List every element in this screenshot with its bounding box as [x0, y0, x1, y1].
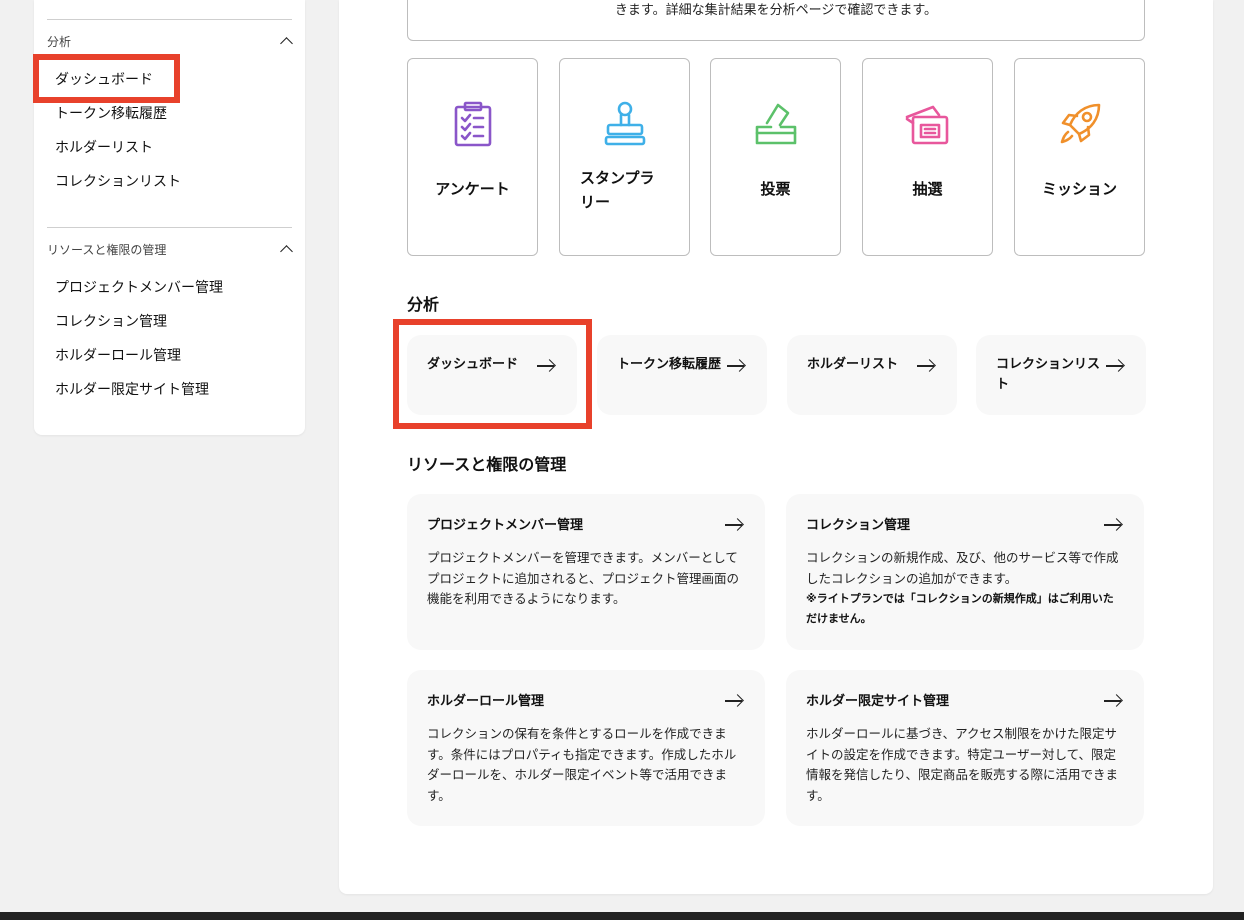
description-text: きます。詳細な集計結果を分析ページで確認できます。: [614, 3, 938, 18]
link-card-label: ダッシュボード: [427, 357, 519, 372]
sidebar-section-title: 分析: [47, 34, 72, 49]
link-card-label: トークン移転履歴: [617, 357, 722, 372]
survey-clipboard-icon: [454, 101, 492, 147]
section-title-analysis: 分析: [407, 295, 440, 314]
sidebar-section-title: リソースと権限の管理: [47, 242, 167, 257]
chevron-up-icon[interactable]: [281, 36, 292, 47]
card-holder-role-management[interactable]: ホルダーロール管理 コレクションの保有を条件とするロールを作成できます。条件には…: [407, 670, 765, 826]
sidebar-item-holder-site-management[interactable]: ホルダー限定サイト管理: [55, 380, 209, 400]
arrow-right-icon: [727, 359, 745, 373]
card-description: ホルダーロールに基づき、アクセス制限をかけた限定サイトの設定を作成できます。特定…: [806, 726, 1119, 803]
arrow-right-icon: [1104, 694, 1122, 708]
sidebar-section-resources[interactable]: リソースと権限の管理: [47, 239, 292, 259]
card-description: プロジェクトメンバーを管理できます。メンバーとしてプロジェクトに追加されると、プ…: [427, 550, 740, 606]
card-description: コレクションの保有を条件とするロールを作成できます。条件にはプロパティも指定でき…: [427, 726, 737, 803]
link-card-holder-list[interactable]: ホルダーリスト: [787, 335, 957, 415]
tile-label: スタンプラリー: [580, 169, 655, 211]
card-note: ※ライトプランでは「コレクションの新規作成」はご利用いただけません。: [806, 592, 1114, 625]
tile-label: ミッション: [1041, 180, 1117, 198]
sidebar: 分析 ダッシュボード トークン移転履歴 ホルダーリスト コレクションリスト リソ…: [34, 0, 305, 435]
arrow-right-icon: [917, 359, 935, 373]
tile-label: 投票: [760, 180, 791, 198]
section-title-resources: リソースと権限の管理: [407, 455, 567, 474]
lottery-box-icon: [905, 105, 949, 145]
chevron-up-icon[interactable]: [281, 244, 292, 255]
card-description: コレクションの新規作成、及び、他のサービス等で作成したコレクションの追加ができま…: [806, 548, 1124, 629]
sidebar-section-analysis[interactable]: 分析: [47, 31, 292, 51]
card-collection-management[interactable]: コレクション管理 コレクションの新規作成、及び、他のサービス等で作成したコレクシ…: [786, 494, 1144, 650]
rocket-icon: [1060, 103, 1101, 144]
tile-label: アンケート: [435, 180, 510, 198]
tile-mission[interactable]: ミッション: [1014, 58, 1145, 256]
link-card-token-transfer-history[interactable]: トークン移転履歴: [597, 335, 767, 415]
card-project-members[interactable]: プロジェクトメンバー管理 プロジェクトメンバーを管理できます。メンバーとしてプロ…: [407, 494, 765, 650]
sidebar-divider: [47, 19, 292, 20]
card-title: コレクション管理: [806, 518, 911, 533]
arrow-right-icon: [725, 694, 743, 708]
card-holder-site-management[interactable]: ホルダー限定サイト管理 ホルダーロールに基づき、アクセス制限をかけた限定サイトの…: [786, 670, 1144, 826]
tile-vote[interactable]: 投票: [710, 58, 841, 256]
link-card-label: ホルダーリスト: [807, 357, 899, 372]
card-title: ホルダー限定サイト管理: [806, 694, 950, 709]
arrow-right-icon: [1106, 359, 1124, 373]
stamp-icon: [604, 101, 646, 146]
sidebar-item-dashboard[interactable]: ダッシュボード: [55, 70, 153, 90]
sidebar-item-holder-role-management[interactable]: ホルダーロール管理: [55, 346, 181, 366]
sidebar-divider: [47, 227, 292, 228]
bottom-bar: [0, 912, 1244, 920]
card-title: プロジェクトメンバー管理: [427, 518, 584, 533]
arrow-right-icon: [725, 518, 743, 532]
link-card-dashboard[interactable]: ダッシュボード: [407, 335, 577, 415]
tile-label: 抽選: [912, 180, 943, 198]
card-title: ホルダーロール管理: [427, 694, 545, 709]
main-panel: きます。詳細な集計結果を分析ページで確認できます。 アンケート スタンプラリー: [339, 0, 1213, 894]
link-card-collection-list[interactable]: コレクションリスト: [976, 335, 1146, 415]
link-card-label: コレクションリスト: [996, 357, 1101, 392]
sidebar-item-collection-list[interactable]: コレクションリスト: [55, 172, 181, 192]
tile-survey[interactable]: アンケート: [407, 58, 538, 256]
ballot-box-icon: [755, 103, 797, 145]
description-box: きます。詳細な集計結果を分析ページで確認できます。: [407, 0, 1145, 41]
sidebar-item-token-transfer-history[interactable]: トークン移転履歴: [55, 104, 167, 124]
sidebar-item-holder-list[interactable]: ホルダーリスト: [55, 138, 153, 158]
tile-lottery[interactable]: 抽選: [862, 58, 993, 256]
tile-stamp-rally[interactable]: スタンプラリー: [559, 58, 690, 256]
card-description-text: コレクションの新規作成、及び、他のサービス等で作成したコレクションの追加ができま…: [806, 550, 1119, 586]
arrow-right-icon: [1104, 518, 1122, 532]
sidebar-item-collection-management[interactable]: コレクション管理: [55, 312, 167, 332]
arrow-right-icon: [537, 359, 555, 373]
sidebar-item-project-members[interactable]: プロジェクトメンバー管理: [55, 278, 223, 298]
